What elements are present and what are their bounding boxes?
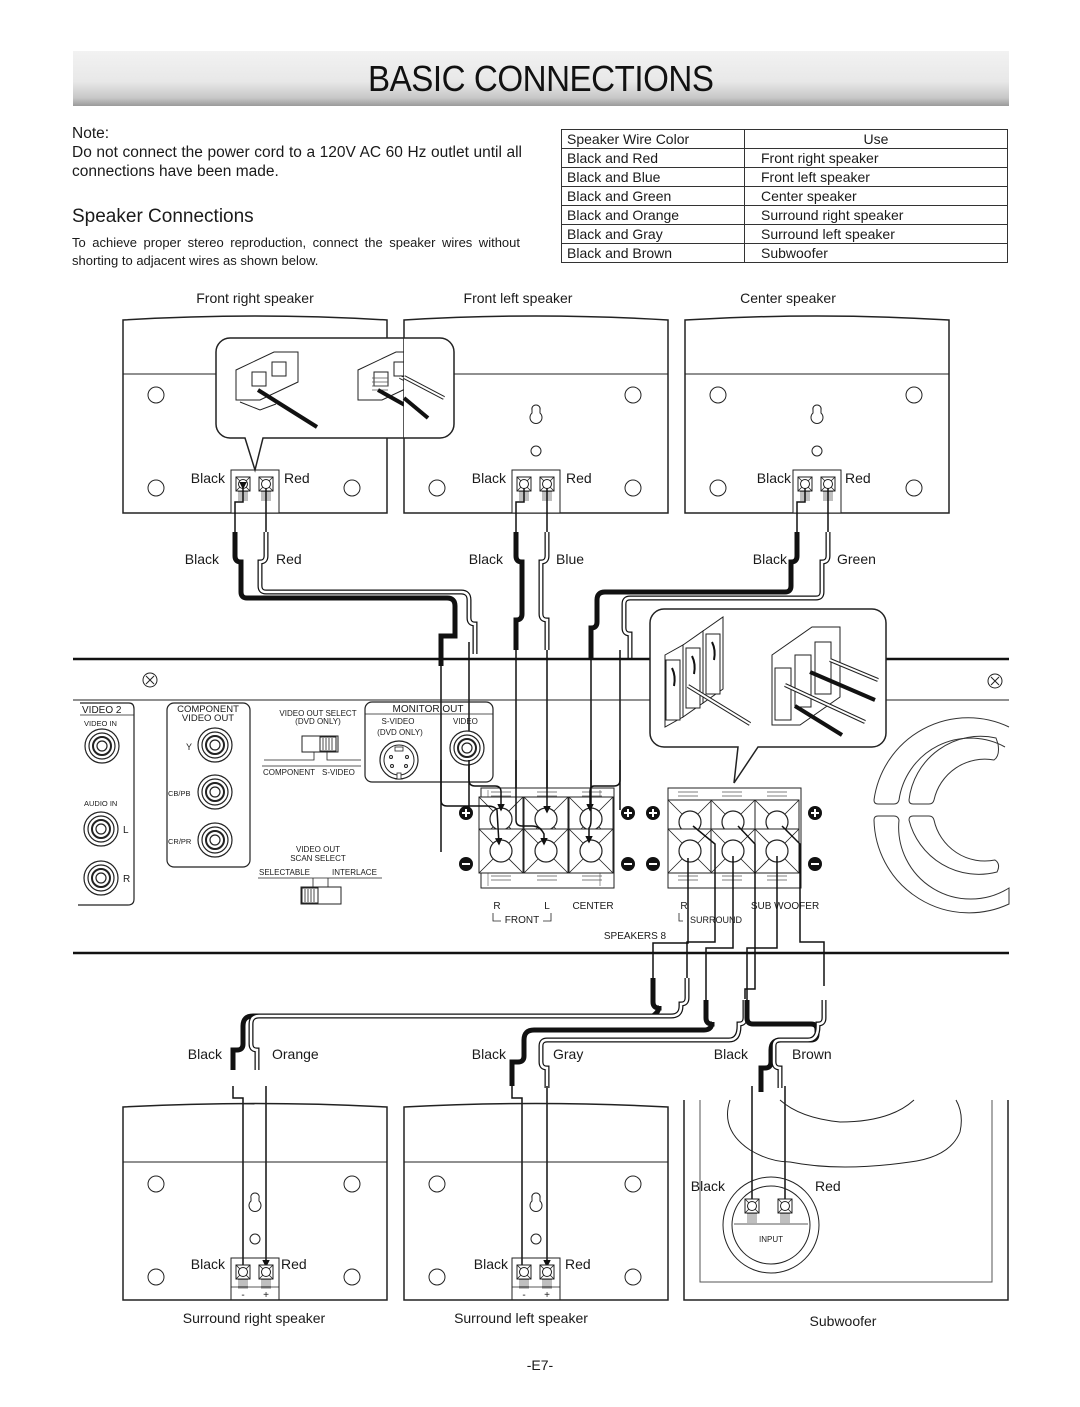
plus-icon [645,805,661,821]
wire-neg-label: Black [714,1046,749,1062]
video-in-label: VIDEO IN [84,719,117,728]
wire-pos-label: Blue [556,551,584,567]
term-pos-label: Red [845,470,871,486]
speakers-impedance-label: SPEAKERS 8 [604,931,667,942]
screw-icon [987,673,1003,689]
front-right-speaker-label: Front right speaker [196,290,314,306]
surround-right-speaker-label: Surround right speaker [183,1310,326,1326]
fan-grille [873,717,1010,914]
cr-pr-label: CR/PR [168,837,192,846]
monitor-out-panel: MONITOR OUT S-VIDEO (DVD ONLY) VIDEO [364,701,494,783]
plus-icon [458,805,474,821]
cb-pb-label: CB/PB [168,789,191,798]
polarity-pos: + [544,1290,550,1301]
wire-neg-label: Black [472,1046,507,1062]
term-neg-label: Black [474,1256,509,1272]
term-neg-label: Black [191,1256,226,1272]
wire-pos-label: Green [837,551,876,567]
subwoofer-wire: Black Brown [714,1000,832,1206]
plus-icon [807,805,823,821]
polarity-pos: + [263,1290,269,1301]
monitor-out-title: MONITOR OUT [393,704,464,715]
minus-icon [620,856,636,872]
video2-title: VIDEO 2 [82,705,122,716]
subwoofer-speaker: INPUT Black Red Subwoofer [683,1099,1009,1329]
audio-right-label: R [123,874,130,885]
term-pos-label: Red [566,470,592,486]
polarity-neg: - [522,1290,525,1301]
surround-right-speaker: - + Black Red Surround right speaker [122,1102,388,1326]
connection-diagram: Front right speaker Black Red Front left… [73,290,1010,1329]
surround-terminal-callout-inset [649,608,887,784]
center-speaker: Center speaker Black Red [684,290,950,514]
minus-icon [458,856,474,872]
term-neg-label: Black [472,470,507,486]
audio-left-label: L [123,825,129,836]
video-out-select-switch[interactable]: VIDEO OUT SELECT (DVD ONLY) COMPONENT S-… [262,709,361,777]
surround-left-speaker-label: Surround left speaker [454,1310,588,1326]
term-pos-label: Red [284,470,310,486]
surround-group-label: SURROUND [690,915,743,925]
subwoofer-input-label: INPUT [759,1235,783,1244]
s-video-option-label: S-VIDEO [322,768,355,777]
center-label: CENTER [572,901,613,912]
screw-icon [142,672,158,688]
wire-neg-label: Black [469,551,504,567]
center-speaker-label: Center speaker [740,290,836,306]
s-video-note: (DVD ONLY) [377,728,423,737]
audio-in-label: AUDIO IN [84,799,117,808]
scan-select-label: VIDEO OUT [296,845,340,854]
wire-pos-label: Orange [272,1046,319,1062]
surround-left-speaker: - + Black Red Surround left speaker [403,1102,669,1326]
interlace-option-label: INTERLACE [332,868,377,877]
video-out-select-note: (DVD ONLY) [295,717,341,726]
wire-pos-label: Brown [792,1046,832,1062]
y-label: Y [186,742,192,752]
component-video-out-panel: COMPONENT VIDEO OUT Y CB/PB CR/PR [166,702,251,868]
wire-pos-label: Red [276,551,302,567]
video-in-jack [84,728,120,764]
s-video-label: S-VIDEO [382,717,415,726]
surround-subwoofer-speaker-terminals: R SURROUND SUB WOOFER SPEAKERS 8 [604,787,823,942]
component-option-label: COMPONENT [263,768,315,777]
page-number: -E7- [526,1357,554,1373]
term-neg-label: Black [191,470,226,486]
term-neg-label: Black [757,470,792,486]
wire-neg-label: Black [188,1046,223,1062]
selectable-option-label: SELECTABLE [259,868,310,877]
minus-icon [645,856,661,872]
subwoofer-label: Subwoofer [810,1313,877,1329]
minus-icon [807,856,823,872]
wire-pos-label: Gray [553,1046,583,1062]
surround-right-wire: Black Orange [188,978,690,1266]
video-label: VIDEO [453,717,478,726]
front-r-label: R [493,901,500,912]
scan-select-switch[interactable]: VIDEO OUT SCAN SELECT SELECTABLE INTERLA… [258,845,382,905]
term-pos-label: Red [565,1256,591,1272]
component-title-2: VIDEO OUT [182,713,234,724]
subwoofer-terminal-label: SUB WOOFER [751,901,819,912]
surround-left-wire: Black Gray [472,1000,748,1266]
term-pos-label: Red [815,1178,841,1194]
scan-select-label-2: SCAN SELECT [290,854,346,863]
polarity-neg: - [241,1290,244,1301]
front-group-label: FRONT [505,915,539,926]
term-pos-label: Red [281,1256,307,1272]
plus-icon [620,805,636,821]
video2-panel: VIDEO 2 VIDEO IN AUDIO IN L R [78,702,135,906]
term-neg-label: Black [691,1178,726,1194]
front-l-label: L [544,901,550,912]
wire-neg-label: Black [753,551,788,567]
surround-r-label: R [680,901,687,912]
wire-neg-label: Black [185,551,220,567]
front-left-speaker-label: Front left speaker [464,290,573,306]
